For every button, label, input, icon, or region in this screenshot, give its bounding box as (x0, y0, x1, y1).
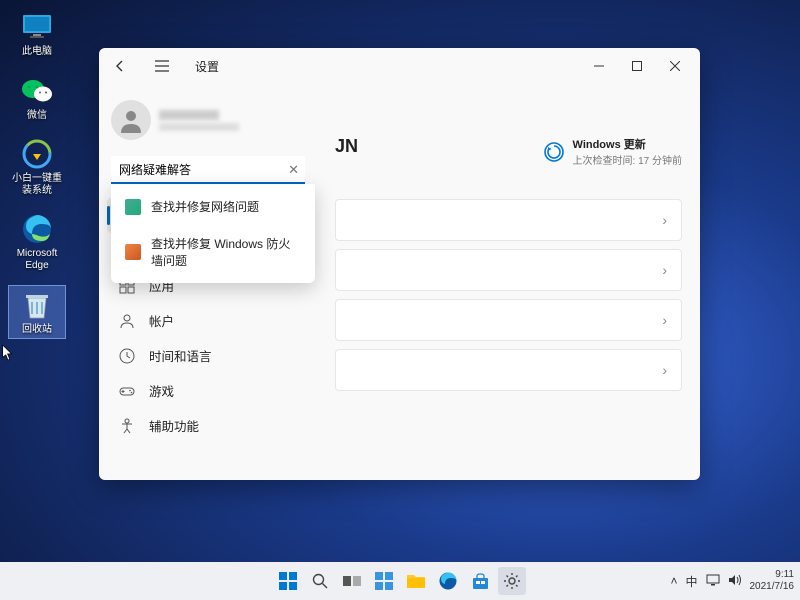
monitor-icon (20, 10, 54, 44)
settings-card[interactable]: › (335, 199, 682, 241)
troubleshoot-icon (125, 199, 141, 215)
maximize-button[interactable] (618, 52, 656, 80)
taskbar-search[interactable] (306, 567, 334, 595)
hamburger-button[interactable] (147, 52, 177, 80)
taskbar-explorer[interactable] (402, 567, 430, 595)
desktop-icons-area: 此电脑 微信 小白一键重装系统 Microsoft Edge 回收站 (8, 8, 66, 339)
profile-email-redacted (159, 123, 239, 131)
window-title: 设置 (195, 58, 219, 75)
taskbar-settings[interactable] (498, 567, 526, 595)
desktop-icon-recycle-bin[interactable]: 回收站 (8, 285, 66, 339)
tray-language[interactable]: 中 (685, 573, 697, 590)
recycle-bin-icon (20, 288, 54, 322)
taskbar[interactable]: ˄ 中 9:11 2021/7/16 (0, 562, 800, 600)
suggestion-item[interactable]: 查找并修复网络问题 (111, 188, 315, 225)
person-icon (119, 313, 135, 329)
profile-section[interactable] (107, 92, 309, 152)
update-icon (543, 141, 565, 163)
desktop-icon-label: 回收站 (22, 324, 52, 336)
suggestion-label: 查找并修复网络问题 (151, 198, 259, 215)
nav-label: 时间和语言 (149, 346, 212, 365)
tray-network-icon[interactable] (706, 574, 720, 589)
taskbar-store[interactable] (466, 567, 494, 595)
desktop-icon-edge[interactable]: Microsoft Edge (8, 210, 66, 273)
nav-label: 辅助功能 (149, 416, 199, 435)
desktop-icon-label: 此电脑 (22, 46, 52, 58)
nav-label: 游戏 (149, 381, 174, 400)
page-title: JN (335, 136, 358, 157)
desktop-icon-label: Microsoft Edge (10, 248, 64, 271)
wechat-icon (20, 74, 54, 108)
accessibility-icon (119, 418, 135, 434)
mouse-cursor (2, 345, 14, 361)
desktop-icon-label: 微信 (27, 110, 47, 122)
desktop-icon-this-pc[interactable]: 此电脑 (8, 8, 66, 60)
chevron-right-icon: › (662, 262, 667, 278)
clock-time: 9:11 (750, 569, 795, 581)
windows-update-card[interactable]: Windows 更新 上次检查时间: 17 分钟前 (543, 136, 682, 167)
nav-accessibility[interactable]: 辅助功能 (107, 408, 309, 443)
settings-card[interactable]: › (335, 349, 682, 391)
system-tray: ˄ 中 9:11 2021/7/16 (670, 569, 794, 593)
settings-main: JN Windows 更新 上次检查时间: 17 分钟前 › › › › (317, 84, 700, 480)
desktop-icon-label: 小白一键重装系统 (10, 173, 64, 196)
desktop-icon-wechat[interactable]: 微信 (8, 72, 66, 124)
settings-window: 设置 ✕ 查找并修复网络问题 (99, 48, 700, 480)
settings-cards: › › › › (335, 199, 682, 391)
settings-card[interactable]: › (335, 299, 682, 341)
taskbar-taskview[interactable] (338, 567, 366, 595)
tray-volume-icon[interactable] (728, 574, 742, 589)
window-titlebar[interactable]: 设置 (99, 48, 700, 84)
edge-icon (20, 212, 54, 246)
chevron-right-icon: › (662, 212, 667, 228)
taskbar-widgets[interactable] (370, 567, 398, 595)
profile-text (159, 110, 239, 131)
nav-gaming[interactable]: 游戏 (107, 373, 309, 408)
avatar (111, 100, 151, 140)
settings-sidebar: ✕ 查找并修复网络问题 查找并修复 Windows 防火墙问题 网络 & Int… (99, 84, 317, 480)
taskbar-clock[interactable]: 9:11 2021/7/16 (750, 569, 795, 593)
profile-name-redacted (159, 110, 219, 120)
chevron-right-icon: › (662, 312, 667, 328)
taskbar-center (274, 567, 526, 595)
search-input[interactable] (111, 156, 305, 184)
tray-chevron-icon[interactable]: ˄ (670, 574, 677, 588)
search-box: ✕ 查找并修复网络问题 查找并修复 Windows 防火墙问题 (111, 156, 305, 184)
nav-label: 帐户 (149, 311, 174, 330)
clear-icon[interactable]: ✕ (288, 162, 299, 178)
update-title: Windows 更新 (573, 136, 682, 152)
game-icon (119, 383, 135, 399)
reinstall-icon (20, 137, 54, 171)
clock-icon (119, 348, 135, 364)
back-button[interactable] (105, 52, 135, 80)
taskbar-edge[interactable] (434, 567, 462, 595)
nav-time-language[interactable]: 时间和语言 (107, 338, 309, 373)
chevron-right-icon: › (662, 362, 667, 378)
close-button[interactable] (656, 52, 694, 80)
desktop-icon-reinstall[interactable]: 小白一键重装系统 (8, 135, 66, 198)
clock-date: 2021/7/16 (750, 581, 795, 593)
suggestion-label: 查找并修复 Windows 防火墙问题 (151, 235, 301, 269)
update-subtitle: 上次检查时间: 17 分钟前 (573, 152, 682, 167)
settings-card[interactable]: › (335, 249, 682, 291)
suggestion-item[interactable]: 查找并修复 Windows 防火墙问题 (111, 225, 315, 279)
nav-accounts[interactable]: 帐户 (107, 303, 309, 338)
start-button[interactable] (274, 567, 302, 595)
troubleshoot-icon (125, 244, 141, 260)
search-suggestions: 查找并修复网络问题 查找并修复 Windows 防火墙问题 (111, 184, 315, 283)
minimize-button[interactable] (580, 52, 618, 80)
